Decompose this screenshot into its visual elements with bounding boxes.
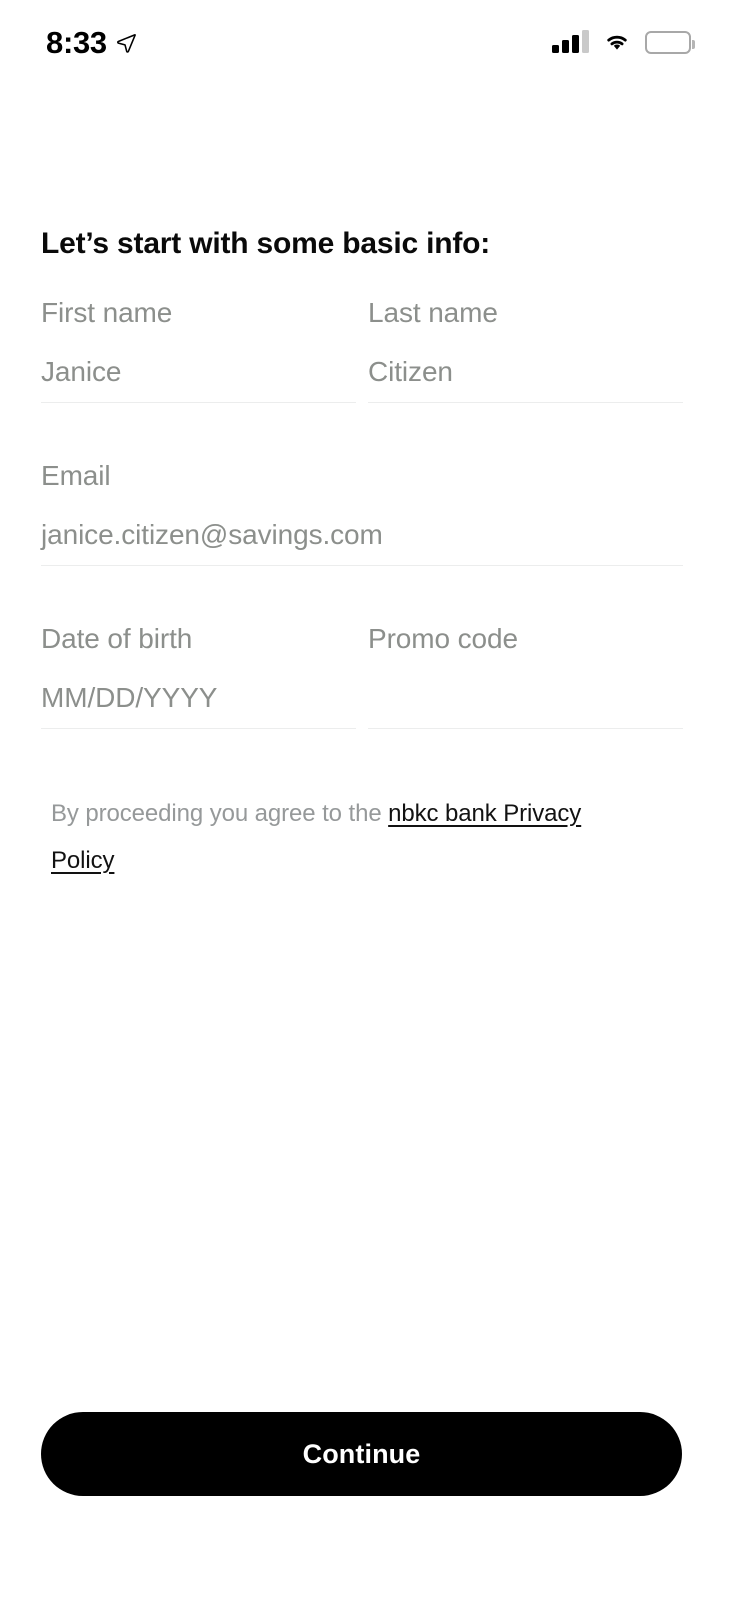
status-bar-right	[552, 30, 695, 54]
row-spacer	[41, 403, 683, 459]
legal-prefix-text: By proceeding you agree to the	[51, 800, 389, 827]
status-bar: 8:33	[0, 0, 739, 84]
date-of-birth-field[interactable]: Date of birth MM/DD/YYYY	[41, 622, 356, 729]
first-name-input[interactable]: Janice	[41, 355, 356, 389]
name-row: First name Janice Last name Citizen	[41, 296, 683, 403]
date-of-birth-label: Date of birth	[41, 623, 193, 654]
continue-button[interactable]: Continue	[41, 1412, 682, 1496]
date-of-birth-input[interactable]: MM/DD/YYYY	[41, 681, 356, 715]
legal-disclaimer: By proceeding you agree to the nbkc bank…	[51, 790, 651, 884]
email-label: Email	[41, 460, 111, 491]
email-field[interactable]: Email janice.citizen@savings.com	[41, 459, 683, 566]
cellular-signal-icon	[552, 30, 589, 53]
first-name-field[interactable]: First name Janice	[41, 296, 356, 403]
email-row: Email janice.citizen@savings.com	[41, 459, 683, 566]
row-spacer	[41, 566, 683, 622]
email-input[interactable]: janice.citizen@savings.com	[41, 518, 683, 552]
location-arrow-icon	[115, 32, 137, 54]
battery-icon	[645, 30, 695, 54]
wifi-icon	[602, 31, 632, 53]
promo-code-field[interactable]: Promo code	[368, 622, 683, 729]
dob-promo-row: Date of birth MM/DD/YYYY Promo code	[41, 622, 683, 729]
promo-code-input[interactable]	[368, 681, 683, 715]
last-name-field[interactable]: Last name Citizen	[368, 296, 683, 403]
promo-code-label: Promo code	[368, 623, 518, 654]
page-title: Let’s start with some basic info:	[41, 227, 491, 261]
status-bar-left: 8:33	[46, 27, 137, 58]
status-time: 8:33	[46, 24, 107, 60]
last-name-label: Last name	[368, 297, 498, 328]
basic-info-form: First name Janice Last name Citizen Emai…	[41, 296, 683, 729]
last-name-input[interactable]: Citizen	[368, 355, 683, 389]
first-name-label: First name	[41, 297, 173, 328]
